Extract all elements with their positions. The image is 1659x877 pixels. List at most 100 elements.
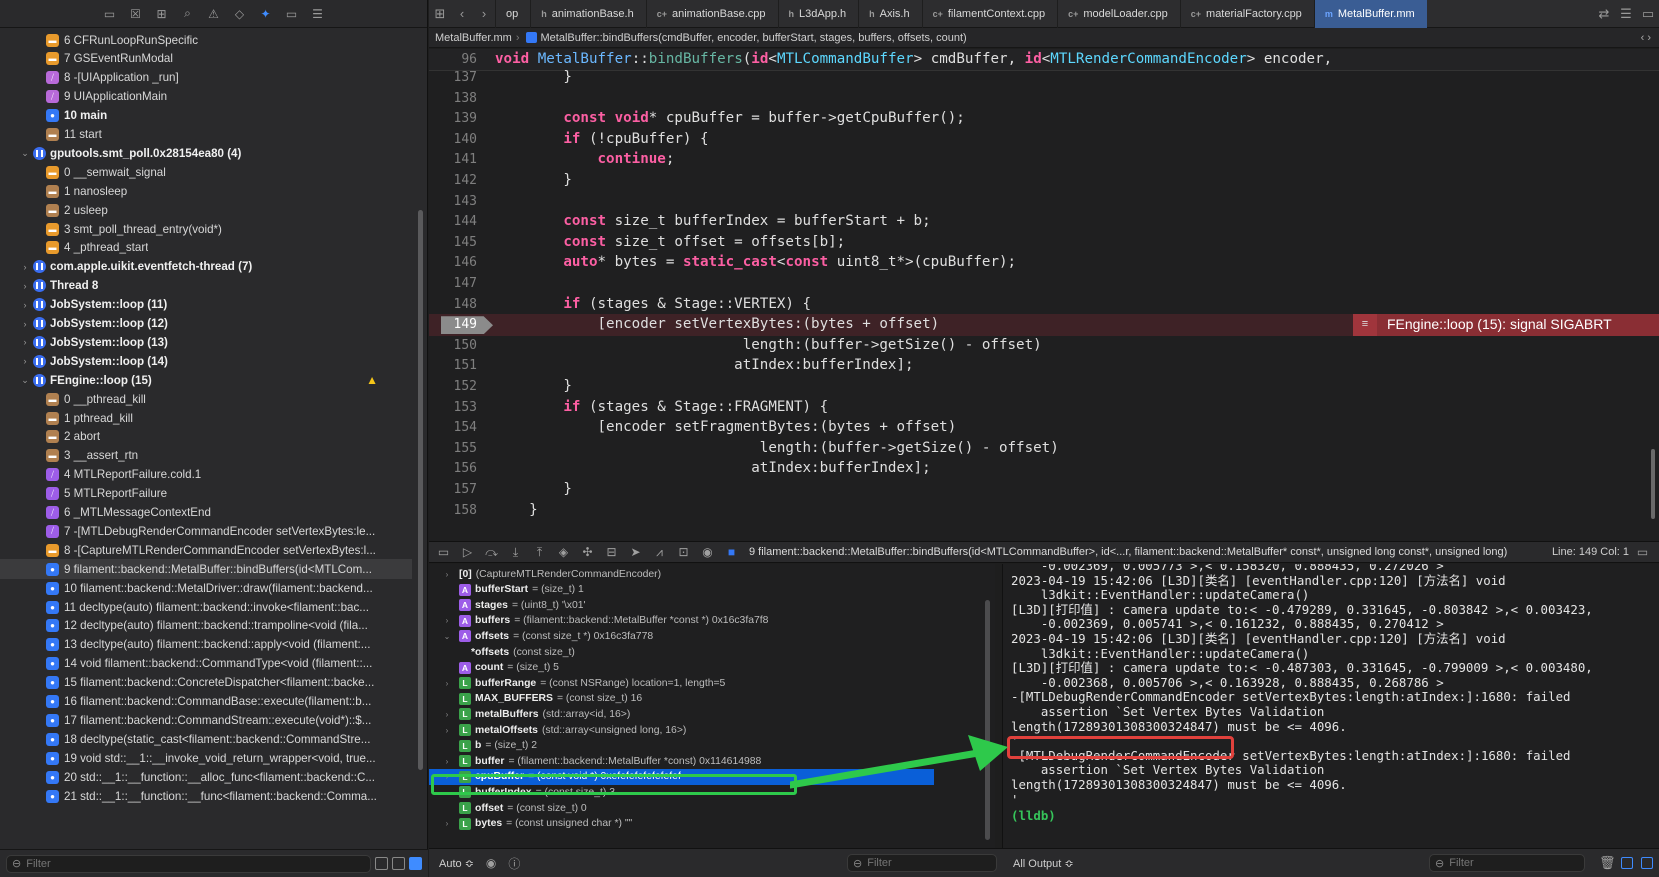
code-line[interactable]: 137 } (429, 67, 1659, 89)
variable-row[interactable]: › Lbytes = (const unsigned char *) "" (429, 816, 995, 832)
chevron-down-icon[interactable]: ⌄ (20, 148, 30, 159)
thread-item[interactable]: › Thread 8 (0, 276, 412, 296)
thread-icon[interactable]: ◉ (701, 545, 714, 559)
editor-tab[interactable]: h animationBase.h (530, 0, 645, 28)
code-editor[interactable]: 96 void MetalBuffer::bindBuffers(id<MTLCo… (429, 49, 1659, 541)
test-icon[interactable]: ◇ (232, 6, 248, 22)
navigator-filter-input[interactable] (26, 857, 365, 870)
chevron-right-icon[interactable]: › (441, 726, 453, 735)
variable-row[interactable]: › LmetalOffsets (std::array<unsigned long,… (429, 722, 995, 738)
thread-item[interactable]: › JobSystem::loop (13) (0, 332, 412, 352)
forward-icon[interactable]: › (473, 6, 495, 21)
variable-row[interactable]: Lb = (size_t) 2 (429, 738, 995, 754)
stack-frame-item[interactable]: ● 19 void std::__1::__invoke_void_return_… (0, 748, 412, 768)
variables-view[interactable]: › [0] (CaptureMTLRenderCommandEncoder) Abuf… (429, 564, 995, 848)
continue-icon[interactable]: ▷ (461, 545, 474, 559)
editor-tab[interactable]: h Axis.h (858, 0, 921, 28)
stack-frame-item[interactable]: ▬ 1 nanosleep (0, 181, 412, 201)
source-control-icon[interactable]: ☒ (128, 6, 144, 22)
chevron-right-icon[interactable]: › (441, 757, 453, 766)
chevron-right-icon[interactable]: › (441, 679, 453, 688)
code-line[interactable]: 145 const size_t offset = offsets[b]; (429, 232, 1659, 254)
stack-frame-item[interactable]: ▬ 8 -[CaptureMTLRenderCommandEncoder setV… (0, 540, 412, 560)
code-line[interactable]: 144 const size_t bufferIndex = bufferSta… (429, 211, 1659, 233)
jump-file[interactable]: MetalBuffer.mm (435, 32, 512, 44)
variable-row[interactable]: › Lbuffer = (filament::backend::MetalBuffe… (429, 753, 995, 769)
chevron-right-icon[interactable]: › (441, 570, 453, 579)
code-line[interactable]: 140 if (!cpuBuffer) { (429, 129, 1659, 151)
stack-frame-item[interactable]: ▬ 6 CFRunLoopRunSpecific (0, 30, 412, 50)
symbol-icon[interactable]: ⊞ (154, 6, 170, 22)
stack-frame-item[interactable]: ● 10 main (0, 106, 412, 126)
code-line[interactable]: 151 atIndex:bufferIndex]; (429, 355, 1659, 377)
stack-frame-item[interactable]: ▬ 2 usleep (0, 200, 412, 220)
grid-icon[interactable]: ⊞ (429, 6, 451, 22)
error-banner[interactable]: ≡ FEngine::loop (15): signal SIGABRT (1353, 314, 1659, 336)
memory-graph-icon[interactable]: ✣ (581, 545, 594, 559)
stack-frame-item[interactable]: ● 12 decltype(auto) filament::backend::tr… (0, 616, 412, 636)
variable-row[interactable]: AbufferStart = (size_t) 1 (429, 582, 995, 598)
stack-frame-item[interactable]: ⧸ 9 UIApplicationMain (0, 87, 412, 107)
code-line[interactable]: 141 continue; (429, 149, 1659, 171)
thread-item[interactable]: ⌄ FEngine::loop (15) ▲ (0, 370, 412, 390)
code-line[interactable]: 152 } (429, 376, 1659, 398)
view-hierarchy-icon[interactable]: ◈ (557, 545, 570, 559)
chevron-right-icon[interactable]: › (20, 356, 30, 366)
location-icon[interactable]: ➤ (629, 545, 642, 559)
editor-tab[interactable]: h L3dApp.h (777, 0, 859, 28)
debug-icon[interactable]: ✦ (258, 6, 274, 22)
show-console-icon[interactable] (1641, 857, 1653, 869)
variables-filter-input[interactable] (867, 857, 1010, 869)
navigator-filter-field[interactable]: ⊖ (6, 854, 371, 873)
split-icon[interactable]: ⇄ (1593, 6, 1615, 22)
current-frame[interactable]: 9 filament::backend::MetalBuffer::bindBu… (749, 546, 1507, 558)
app-icon[interactable]: ⊡ (677, 545, 690, 559)
chevron-right-icon[interactable]: › (20, 262, 30, 272)
folder-icon[interactable]: ▭ (102, 6, 118, 22)
issue-icon[interactable]: ⚠ (206, 6, 222, 22)
variable-row[interactable]: Acount = (size_t) 5 (429, 660, 995, 676)
back-icon[interactable]: ‹ (451, 6, 473, 21)
chevron-right-icon[interactable]: › (441, 819, 453, 828)
stack-frame-item[interactable]: ● 15 filament::backend::ConcreteDispatche… (0, 673, 412, 693)
console-filter-field[interactable]: ⊖ (1429, 854, 1592, 872)
code-line[interactable]: 150 length:(buffer->getSize() - offset) (429, 335, 1659, 357)
breakpoint-icon[interactable]: ▭ (284, 6, 300, 22)
stack-frame-item[interactable]: ▬ 2 abort (0, 427, 412, 447)
code-line[interactable]: 139 const void* cpuBuffer = buffer->getC… (429, 108, 1659, 130)
chevron-right-icon[interactable]: › (441, 616, 453, 625)
chevron-right-icon[interactable]: › (20, 300, 30, 310)
trash-icon[interactable]: 🗑 (1599, 855, 1616, 871)
editor-tab[interactable]: m MetalBuffer.mm (1313, 0, 1427, 28)
stack-frame-item[interactable]: ⧸ 8 -[UIApplication _run] (0, 68, 412, 88)
stack-frame-item[interactable]: ● 21 std::__1::__function::__func<filamen… (0, 786, 412, 806)
code-line[interactable]: 143 (429, 191, 1659, 213)
stack-frame-item[interactable]: ⧸ 6 _MTLMessageContextEnd (0, 503, 412, 523)
report-icon[interactable]: ☰ (310, 6, 326, 22)
filter-option-icon[interactable] (409, 857, 422, 870)
thread-item[interactable]: › JobSystem::loop (11) (0, 295, 412, 315)
chevron-right-icon[interactable]: › (20, 337, 30, 347)
editor-tab[interactable]: c+ filamentContext.cpp (921, 0, 1057, 28)
variable-row[interactable]: Astages = (uint8_t) '\x01' (429, 597, 995, 613)
chevron-right-icon[interactable]: › (20, 319, 30, 329)
output-selector[interactable]: All Output ≎ (1013, 857, 1074, 870)
inspector-icon[interactable]: ☰ (1615, 6, 1637, 22)
stack-frame-item[interactable]: ▬ 3 smt_poll_thread_entry(void*) (0, 219, 412, 239)
lldb-prompt[interactable]: (lldb) (1011, 808, 1056, 824)
stack-frame-item[interactable]: ● 20 std::__1::__function::__alloc_func<f… (0, 767, 412, 787)
stack-frame-item[interactable]: ● 13 decltype(auto) filament::backend::ap… (0, 635, 412, 655)
environment-icon[interactable]: ⊟ (605, 545, 618, 559)
stack-frame-item[interactable]: ● 10 filament::backend::MetalDriver::draw… (0, 578, 412, 598)
stack-frame-item[interactable]: ● 18 decltype(static_cast<filament::backe… (0, 729, 412, 749)
stack-frame-item[interactable]: ● 16 filament::backend::CommandBase::exec… (0, 692, 412, 712)
stack-frame-item[interactable]: ▬ 0 __semwait_signal (0, 162, 412, 182)
stack-frame-item[interactable]: ● 9 filament::backend::MetalBuffer::bindB… (0, 559, 412, 580)
editor-scrollbar[interactable] (1651, 449, 1655, 519)
stack-frame-item[interactable]: ⧸ 7 -[MTLDebugRenderCommandEncoder setVer… (0, 521, 412, 541)
editor-tab[interactable]: c+ modelLoader.cpp (1057, 0, 1180, 28)
variable-row[interactable]: › LbufferRange = (const NSRange) location=… (429, 675, 995, 691)
gpu-frame-icon[interactable]: ⩘ (653, 545, 666, 560)
stack-frame-item[interactable]: ⧸ 4 MTLReportFailure.cold.1 (0, 465, 412, 485)
stack-frame-item[interactable]: ⧸ 5 MTLReportFailure (0, 484, 412, 504)
